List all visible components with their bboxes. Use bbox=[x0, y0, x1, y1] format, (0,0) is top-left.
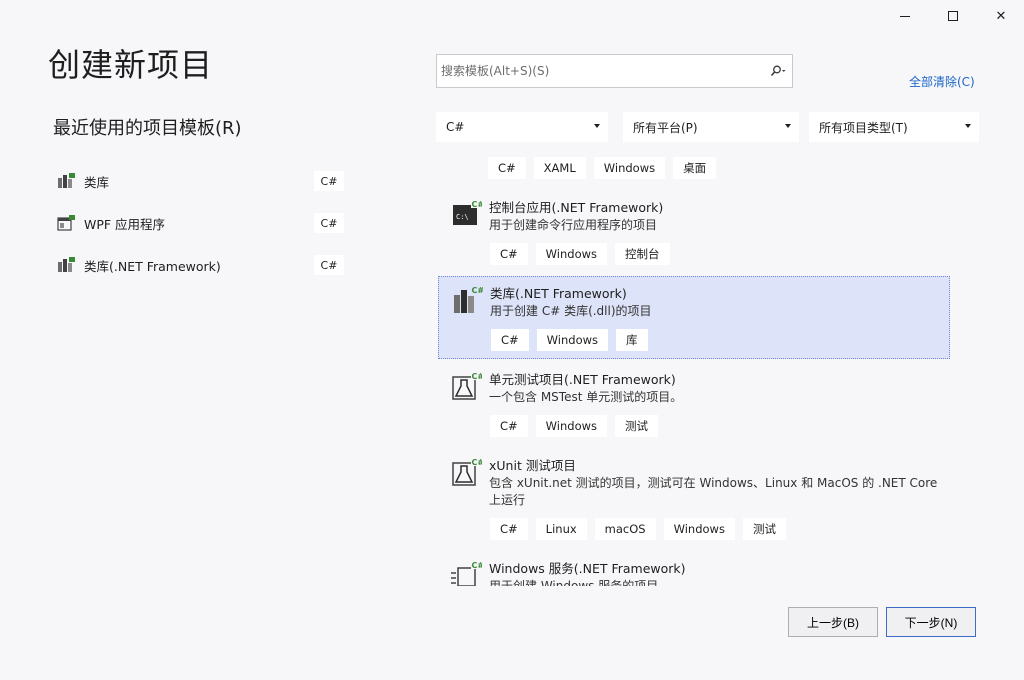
template-item-console-app[interactable]: C:\C# 控制台应用(.NET Framework) 用于创建命令行应用程序的… bbox=[438, 191, 950, 271]
template-search-input[interactable] bbox=[437, 55, 764, 87]
next-button[interactable]: 下一步(N) bbox=[886, 607, 976, 637]
minimize-button[interactable] bbox=[882, 4, 928, 28]
chevron-down-icon bbox=[594, 124, 600, 128]
platform-filter-value: 所有平台(P) bbox=[633, 120, 698, 135]
tag: Windows bbox=[593, 157, 666, 179]
project-type-filter-dropdown[interactable]: 所有项目类型(T) bbox=[809, 112, 979, 142]
tag: C# bbox=[491, 329, 529, 351]
template-name: 类库(.NET Framework) bbox=[490, 286, 627, 301]
language-filter-dropdown[interactable]: C# bbox=[436, 112, 608, 142]
template-name: xUnit 测试项目 bbox=[489, 458, 576, 473]
class-library-icon bbox=[56, 256, 76, 274]
tag: C# bbox=[490, 243, 528, 265]
recent-item-label: WPF 应用程序 bbox=[84, 216, 166, 232]
language-badge: C# bbox=[314, 171, 344, 191]
tag: macOS bbox=[594, 518, 656, 540]
maximize-icon bbox=[948, 11, 958, 21]
minimize-icon bbox=[900, 15, 910, 17]
project-type-filter-value: 所有项目类型(T) bbox=[819, 120, 908, 135]
tag: 测试 bbox=[615, 415, 659, 437]
close-icon: ✕ bbox=[995, 8, 1007, 24]
template-list[interactable]: C# XAML Windows 桌面 C:\C# 控制台应用(.NET Fram… bbox=[436, 150, 956, 586]
tag: XAML bbox=[533, 157, 586, 179]
class-library-icon: C# bbox=[451, 285, 484, 315]
tag: 测试 bbox=[742, 518, 786, 540]
template-name: Windows 服务(.NET Framework) bbox=[489, 561, 686, 576]
svg-text:C#: C# bbox=[472, 372, 483, 381]
template-description: 包含 xUnit.net 测试的项目，测试可在 Windows、Linux 和 … bbox=[489, 476, 938, 507]
template-item-xunit-test-project[interactable]: C# xUnit 测试项目 包含 xUnit.net 测试的项目，测试可在 Wi… bbox=[438, 449, 950, 549]
search-icon[interactable] bbox=[764, 55, 792, 87]
tag: 控制台 bbox=[615, 243, 670, 265]
tag-row: C# Windows 测试 bbox=[438, 415, 659, 437]
tag: Windows bbox=[663, 518, 735, 540]
svg-text:C#: C# bbox=[472, 286, 484, 295]
recent-templates-list: 类库 C# WPF 应用程序 C# 类库(.NET Framework) C# bbox=[52, 160, 348, 286]
language-filter-value: C# bbox=[446, 120, 465, 134]
recent-item-class-library[interactable]: 类库 C# bbox=[52, 160, 348, 202]
svg-text:C#: C# bbox=[472, 458, 483, 467]
tag: C# bbox=[490, 415, 528, 437]
template-description: 用于创建 C# 类库(.dll)的项目 bbox=[490, 304, 652, 318]
tag: Windows bbox=[536, 329, 609, 351]
recent-item-class-library-framework[interactable]: 类库(.NET Framework) C# bbox=[52, 244, 348, 286]
template-name: 单元测试项目(.NET Framework) bbox=[489, 372, 676, 387]
template-item-class-library[interactable]: C# 类库(.NET Framework) 用于创建 C# 类库(.dll)的项… bbox=[438, 276, 950, 359]
tag-row: C# Windows 库 bbox=[439, 329, 648, 351]
template-description: 一个包含 MSTest 单元测试的项目。 bbox=[489, 390, 683, 404]
tag: C# bbox=[488, 157, 526, 179]
close-button[interactable]: ✕ bbox=[978, 4, 1024, 28]
tag: Linux bbox=[535, 518, 587, 540]
test-flask-icon: C# bbox=[450, 371, 484, 401]
recent-item-label: 类库(.NET Framework) bbox=[84, 258, 221, 274]
chevron-down-icon bbox=[965, 124, 971, 128]
tag: Windows bbox=[535, 243, 608, 265]
tag: C# bbox=[490, 518, 528, 540]
tag-row: C# Linux macOS Windows 测试 bbox=[438, 518, 786, 540]
language-badge: C# bbox=[314, 213, 344, 233]
recent-item-wpf-app[interactable]: WPF 应用程序 C# bbox=[52, 202, 348, 244]
page-title: 创建新项目 bbox=[48, 46, 214, 84]
template-item-unit-test-project[interactable]: C# 单元测试项目(.NET Framework) 一个包含 MSTest 单元… bbox=[438, 363, 950, 445]
tag: 库 bbox=[616, 329, 648, 351]
console-app-icon: C:\C# bbox=[450, 199, 484, 229]
template-name: 控制台应用(.NET Framework) bbox=[489, 200, 664, 215]
template-search-box bbox=[436, 54, 793, 88]
template-description: 用于创建 Windows 服务的项目 bbox=[489, 579, 659, 586]
platform-filter-dropdown[interactable]: 所有平台(P) bbox=[623, 112, 799, 142]
test-flask-icon: C# bbox=[450, 457, 484, 487]
chevron-down-icon bbox=[785, 124, 791, 128]
maximize-button[interactable] bbox=[930, 4, 976, 28]
language-badge: C# bbox=[314, 255, 344, 275]
windows-service-icon: C# bbox=[450, 560, 484, 586]
tag-row: C# Windows 控制台 bbox=[438, 243, 670, 265]
svg-text:C#: C# bbox=[472, 561, 483, 570]
template-item-windows-service[interactable]: C# Windows 服务(.NET Framework) 用于创建 Windo… bbox=[438, 552, 950, 586]
back-button[interactable]: 上一步(B) bbox=[788, 607, 878, 637]
recent-item-label: 类库 bbox=[84, 174, 110, 190]
class-library-icon bbox=[56, 172, 76, 190]
tag: Windows bbox=[535, 415, 608, 437]
tag-row: C# XAML Windows 桌面 bbox=[436, 157, 717, 179]
svg-text:C#: C# bbox=[472, 200, 483, 209]
template-description: 用于创建命令行应用程序的项目 bbox=[489, 218, 658, 232]
clear-all-link[interactable]: 全部清除(C) bbox=[909, 73, 975, 90]
tag: 桌面 bbox=[673, 157, 717, 179]
svg-text:C:\: C:\ bbox=[456, 213, 469, 221]
recent-templates-heading: 最近使用的项目模板(R) bbox=[53, 118, 242, 139]
wpf-app-icon bbox=[56, 214, 76, 232]
